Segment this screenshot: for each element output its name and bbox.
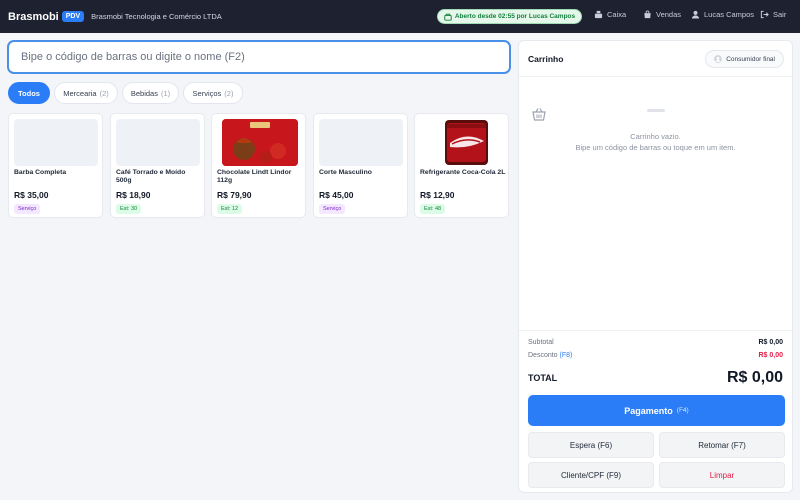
product-card-coca-cola[interactable]: Refrigerante Coca-Cola 2L R$ 12,90 Est: … (414, 113, 509, 218)
brand-name: Brasmobi (8, 10, 59, 23)
discount-label: Desconto (528, 352, 558, 359)
chocolate-product-image (222, 119, 298, 166)
payment-button-label: Pagamento (624, 405, 673, 416)
cart-title: Carrinho (528, 54, 564, 64)
product-price: R$ 79,90 (217, 190, 252, 200)
tab-grocery[interactable]: Mercearia (2) (54, 82, 118, 104)
tab-count: (2) (224, 88, 234, 98)
product-card-corte-masculino[interactable]: Corte Masculino R$ 45,00 Serviço (313, 113, 408, 218)
product-price: R$ 45,00 (319, 190, 354, 200)
product-price: R$ 12,90 (420, 190, 455, 200)
total-label: TOTAL (528, 373, 558, 383)
register-status-text: Aberto desde 02:55 por Lucas Campos (454, 13, 576, 20)
register-open-icon (444, 13, 452, 21)
tab-drinks[interactable]: Bebidas (1) (122, 82, 179, 104)
product-image-placeholder (116, 119, 200, 166)
tab-count: (1) (160, 88, 171, 98)
discount-shortcut: (F8) (559, 352, 573, 359)
barcode-search-input[interactable] (7, 40, 511, 74)
nav-logout[interactable]: Sair (760, 10, 786, 19)
tab-label: Mercearia (63, 88, 97, 98)
nav-sales-label: Vendas (656, 10, 682, 19)
pdv-badge: PDV (61, 11, 85, 22)
empty-cart-title: Carrinho vazio. (630, 132, 681, 141)
payment-button[interactable]: Pagamento (F4) (528, 395, 785, 426)
basket-icon (532, 108, 546, 121)
logout-icon (760, 10, 769, 19)
clear-cart-button[interactable]: Limpar (659, 462, 785, 488)
customer-select-button[interactable]: Consumidor final (705, 50, 784, 68)
total-row: TOTAL R$ 0,00 (528, 369, 783, 387)
product-badge: Est: 12 (217, 204, 243, 214)
nav-user-label: Lucas Campos (704, 10, 755, 19)
product-name: Refrigerante Coca-Cola 2L (420, 169, 506, 176)
product-card-chocolate[interactable]: Chocolate Lindt Lindor 112g R$ 79,90 Est… (211, 113, 306, 218)
subtotal-label: Subtotal (528, 339, 554, 346)
empty-cart-hint: Bipe um código de barras ou toque em um … (575, 143, 736, 152)
nav-cashier-label: Caixa (607, 10, 627, 19)
hold-sale-button[interactable]: Espera (F6) (528, 432, 654, 458)
product-image-placeholder (14, 119, 98, 166)
customer-label: Consumidor final (726, 55, 775, 63)
payment-shortcut: (F4) (676, 407, 689, 414)
cart-panel: Carrinho Consumidor final Carrinho vazio… (518, 40, 793, 493)
tab-label: Todos (18, 88, 40, 98)
customer-cpf-button[interactable]: Cliente/CPF (F9) (528, 462, 654, 488)
tab-label: Serviços (192, 88, 222, 98)
total-value: R$ 0,00 (726, 369, 783, 386)
tab-label: Bebidas (130, 88, 158, 98)
resume-sale-button[interactable]: Retomar (F7) (659, 432, 785, 458)
discount-label-group: Desconto (F8) (528, 352, 572, 359)
product-badge: Serviço (14, 204, 41, 214)
product-name: Café Torrado e Moído 500g (116, 169, 186, 184)
product-badge: Est: 48 (420, 204, 446, 214)
product-card-barba-completa[interactable]: Barba Completa R$ 35,00 Serviço (8, 113, 103, 218)
coca-cola-product-image (420, 119, 504, 166)
product-card-cafe[interactable]: Café Torrado e Moído 500g R$ 18,90 Est: … (110, 113, 205, 218)
product-price: R$ 35,00 (14, 190, 49, 200)
shopping-bag-icon (644, 10, 651, 19)
customer-avatar-icon (714, 55, 723, 63)
empty-cart-message: Carrinho vazio. Bipe um código de barras… (519, 131, 792, 153)
register-status-badge: Aberto desde 02:55 por Lucas Campos (437, 9, 582, 24)
product-badge: Est: 30 (116, 204, 142, 214)
product-image-placeholder (319, 119, 403, 166)
category-tabs: Todos Mercearia (2) Bebidas (1) Serviços… (8, 82, 243, 104)
discount-value: R$ 0,00 (758, 352, 783, 359)
product-name: Barba Completa (14, 169, 67, 176)
product-name: Chocolate Lindt Lindor 112g (217, 169, 292, 184)
discount-row[interactable]: Desconto (F8) R$ 0,00 (528, 352, 783, 359)
nav-cashier[interactable]: Caixa (594, 10, 626, 19)
product-badge: Serviço (319, 204, 346, 214)
cart-header: Carrinho Consumidor final (519, 41, 792, 77)
user-icon (691, 10, 700, 19)
subtotal-value: R$ 0,00 (758, 339, 783, 346)
empty-cart-divider (647, 109, 665, 112)
cart-summary-divider (519, 330, 792, 331)
product-name: Corte Masculino (319, 169, 372, 176)
cash-register-icon (594, 10, 603, 19)
subtotal-row: Subtotal R$ 0,00 (528, 339, 783, 346)
tab-count: (2) (99, 88, 109, 98)
product-price: R$ 18,90 (116, 190, 151, 200)
tab-services[interactable]: Serviços (2) (183, 82, 243, 104)
nav-sales[interactable]: Vendas (643, 10, 681, 19)
nav-user[interactable]: Lucas Campos (691, 10, 754, 19)
tab-all[interactable]: Todos (8, 82, 50, 104)
nav-logout-label: Sair (773, 10, 787, 19)
company-name: Brasmobi Tecnologia e Comércio LTDA (91, 12, 222, 21)
